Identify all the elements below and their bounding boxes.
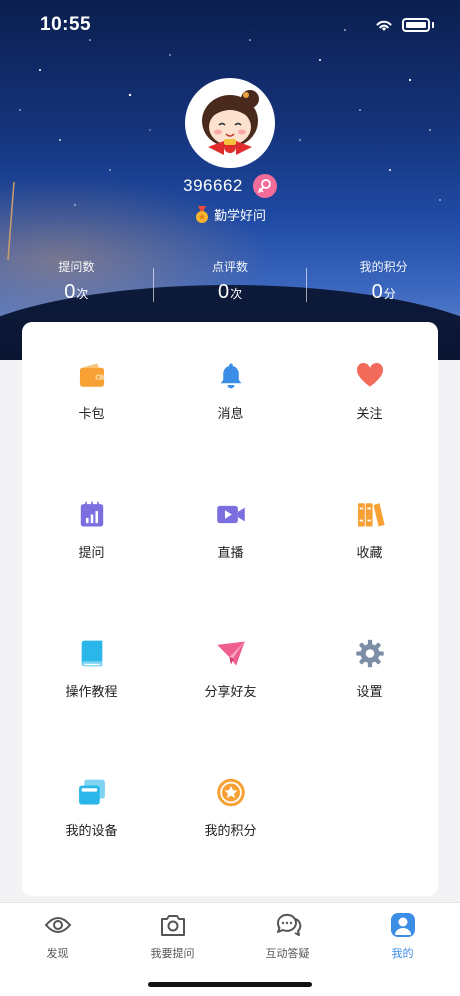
menu-label: 收藏	[356, 545, 383, 560]
avatar[interactable]	[185, 78, 275, 168]
book-icon	[81, 640, 102, 667]
menu-label: 直播	[217, 545, 244, 560]
points-coin-icon	[216, 778, 245, 807]
menu-label: 消息	[217, 406, 244, 421]
heart-icon	[356, 362, 383, 387]
stats-bar: 提问数 0 次 点评数 0 次 我的积分 0 分	[0, 258, 460, 310]
tab-label: 发现	[46, 948, 69, 960]
camera-icon	[160, 915, 185, 936]
stat-value: 0 次	[218, 281, 242, 304]
stat-label: 我的积分	[359, 260, 408, 274]
bell-icon	[220, 363, 241, 389]
stat-unit: 次	[230, 287, 243, 301]
menu-item-tutorial[interactable]: 操作教程	[22, 600, 161, 700]
menu-item-wallet[interactable]: 卡包	[22, 322, 161, 422]
menu-item-settings[interactable]: 设置	[300, 600, 439, 700]
username: 396662	[183, 176, 243, 195]
chat-bubbles-icon	[276, 913, 301, 936]
wifi-icon	[376, 20, 392, 31]
menu-item-follow[interactable]: 关注	[300, 322, 439, 422]
tab-label: 我的	[391, 948, 414, 960]
menu-label: 我的设备	[65, 823, 118, 838]
user-title-row: 勤学好问	[0, 205, 460, 224]
tab-ask-question[interactable]: 我要提问	[115, 911, 230, 961]
female-icon	[252, 174, 277, 198]
tab-label: 我要提问	[150, 948, 195, 960]
stat-number: 0	[217, 281, 230, 303]
calendar-chart-icon	[80, 501, 103, 527]
gear-icon	[355, 639, 384, 668]
battery-icon	[402, 18, 430, 32]
eye-icon	[44, 917, 71, 933]
menu-item-points[interactable]: 我的积分	[161, 739, 300, 839]
user-icon	[390, 913, 415, 937]
menu-label: 操作教程	[65, 684, 118, 699]
stat-unit: 分	[383, 287, 396, 301]
stat-questions[interactable]: 提问数 0 次	[0, 258, 153, 310]
menu-item-messages[interactable]: 消息	[161, 322, 300, 422]
battery-tip	[432, 22, 434, 28]
stat-value: 0 次	[64, 281, 88, 304]
menu-item-favorites[interactable]: 收藏	[300, 461, 439, 561]
stat-reviews[interactable]: 点评数 0 次	[154, 258, 307, 310]
devices-icon	[78, 779, 105, 805]
menu-item-live[interactable]: 直播	[161, 461, 300, 561]
wallet-icon	[79, 363, 104, 387]
stat-points[interactable]: 我的积分 0 分	[307, 258, 460, 310]
user-row: 396662	[0, 174, 460, 198]
menu-label: 卡包	[78, 406, 105, 421]
stat-number: 0	[371, 281, 383, 303]
video-camera-icon	[216, 505, 245, 524]
stat-number: 0	[64, 281, 76, 303]
status-time: 10:55	[40, 14, 92, 35]
medal-icon	[195, 205, 208, 223]
menu-label: 分享好友	[204, 684, 257, 699]
home-indicator	[148, 982, 312, 987]
menu-label: 提问	[78, 545, 105, 560]
menu-item-share[interactable]: 分享好友	[161, 600, 300, 700]
menu-label: 设置	[356, 684, 383, 699]
status-icons	[374, 18, 434, 33]
menu-item-questions[interactable]: 提问	[22, 461, 161, 561]
stat-value: 0 分	[372, 281, 396, 304]
stat-label: 提问数	[58, 260, 95, 274]
tab-mine[interactable]: 我的	[345, 911, 460, 961]
tab-interactive-qa[interactable]: 互动答疑	[230, 911, 345, 961]
cartoon-girl-avatar-icon	[188, 81, 272, 165]
user-title: 勤学好问	[213, 208, 266, 223]
tab-label: 互动答疑	[265, 948, 310, 960]
menu-item-devices[interactable]: 我的设备	[22, 739, 161, 839]
status-bar: 10:55	[0, 0, 460, 50]
menu-label: 关注	[356, 406, 383, 421]
books-icon	[357, 503, 385, 527]
stat-label: 点评数	[212, 260, 249, 274]
paper-plane-icon	[216, 641, 245, 666]
stat-unit: 次	[76, 287, 89, 301]
menu-card: 卡包 消息 关注 提问 直播 收藏 操作教程 分享好友 设置 我的设备 我的积分	[22, 322, 438, 896]
menu-label: 我的积分	[204, 823, 257, 838]
tab-discover[interactable]: 发现	[0, 911, 115, 961]
